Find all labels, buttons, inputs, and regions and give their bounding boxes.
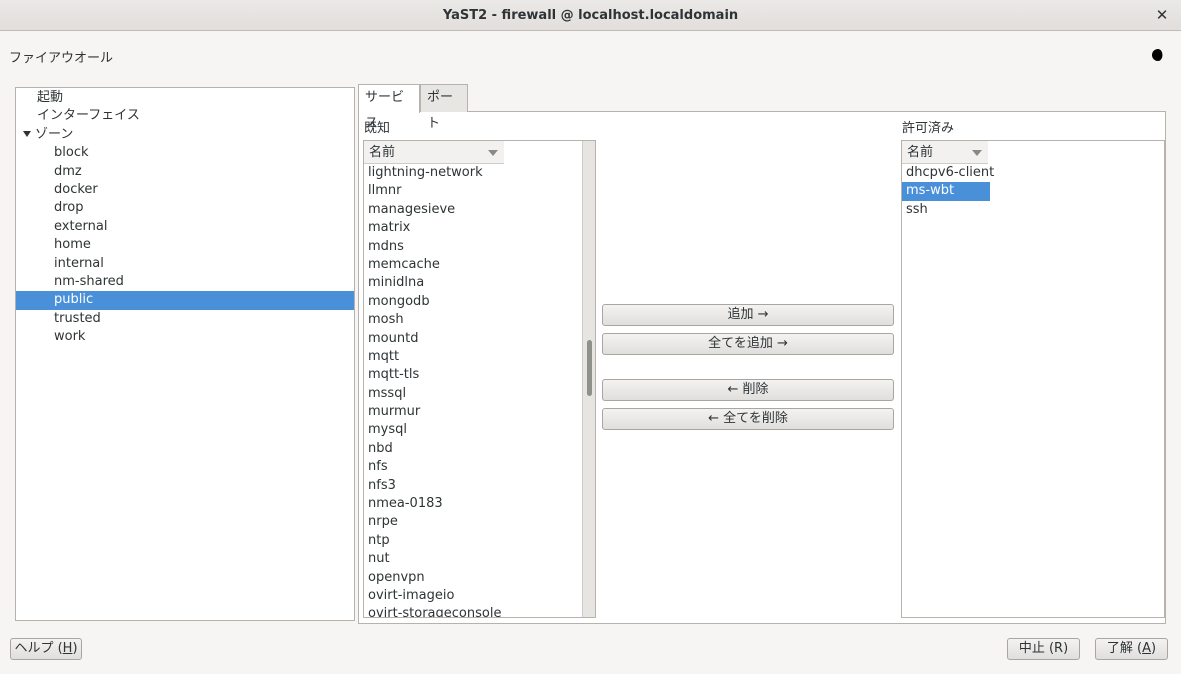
help-label: ヘルプ ( <box>14 641 63 656</box>
allowed-rows: dhcpv6-client ms-wbt ssh <box>902 164 994 219</box>
tree-item-trusted[interactable]: trusted <box>16 310 354 328</box>
known-list-scrollbar[interactable] <box>582 141 595 617</box>
list-item[interactable]: ntp <box>364 532 595 550</box>
services-tab-panel: 既知 名前 lightning-networkllmnrmanagesievem… <box>358 111 1166 624</box>
triangle-down-icon[interactable] <box>23 130 31 137</box>
add-button[interactable]: 追加 → <box>602 304 894 326</box>
list-item[interactable]: murmur <box>364 403 595 421</box>
list-item[interactable]: mssql <box>364 385 595 403</box>
list-item[interactable]: mongodb <box>364 293 595 311</box>
ok-button[interactable]: 了解 (A) <box>1095 638 1168 660</box>
tree-item-block[interactable]: block <box>16 144 354 162</box>
tree-item-label: trusted <box>54 310 101 326</box>
tree-item-dmz[interactable]: dmz <box>16 163 354 181</box>
column-header-label: 名前 <box>369 145 396 160</box>
tree-item-drop[interactable]: drop <box>16 199 354 217</box>
tree-item-public[interactable]: public <box>16 291 354 310</box>
list-item[interactable]: matrix <box>364 219 595 237</box>
remove-button[interactable]: ← 削除 <box>602 379 894 401</box>
scrollbar-thumb[interactable] <box>587 340 592 396</box>
allowed-name-column-header[interactable]: 名前 <box>902 141 988 164</box>
close-icon[interactable]: ✕ <box>1151 4 1173 26</box>
moon-icon[interactable] <box>1152 48 1166 62</box>
tree-item-docker[interactable]: docker <box>16 181 354 199</box>
list-item[interactable]: nmea-0183 <box>364 495 595 513</box>
tree-item-top-2[interactable]: ゾーン <box>16 126 354 144</box>
ok-label-end: ) <box>1151 641 1157 656</box>
add-all-button[interactable]: 全てを追加 → <box>602 333 894 355</box>
list-item[interactable]: mqtt-tls <box>364 366 595 384</box>
tree-item-label: ゾーン <box>35 126 74 142</box>
help-shortcut: H <box>62 641 73 656</box>
help-label-end: ) <box>72 641 78 656</box>
list-item[interactable]: mosh <box>364 311 595 329</box>
tree-item-label: 起動 <box>37 90 64 105</box>
list-item[interactable]: openvpn <box>364 569 595 587</box>
tree-item-label: internal <box>54 255 104 271</box>
navigation-tree[interactable]: 起動インターフェイス ゾーン block dmz docker drop external h… <box>15 87 355 621</box>
known-services-list[interactable]: 名前 lightning-network llmnr managesieve matr… <box>363 140 596 618</box>
list-item[interactable]: nfs <box>364 458 595 476</box>
list-item[interactable]: mdns <box>364 238 595 256</box>
tree-item-label: インターフェイス <box>37 108 140 124</box>
tree-item-top-0[interactable]: 起動 <box>16 89 354 107</box>
ok-label: 了解 ( <box>1106 641 1143 656</box>
list-item[interactable]: minidlna <box>364 274 595 292</box>
tree-item-label: dmz <box>54 163 82 179</box>
tree-item-label: home <box>54 237 91 253</box>
chevron-down-icon <box>972 150 982 156</box>
list-item[interactable]: mysql <box>364 421 595 439</box>
known-rows: lightning-network llmnr managesieve matrix m… <box>364 164 595 617</box>
tree-item-label: drop <box>54 200 84 216</box>
tree-item-nm-shared[interactable]: nm-shared <box>16 273 354 291</box>
allowed-services-list[interactable]: 名前 dhcpv6-client ms-wbt ssh <box>901 140 1165 618</box>
list-item[interactable]: llmnr <box>364 182 595 200</box>
list-item[interactable]: ovirt-storageconsole <box>364 605 595 617</box>
remove-all-button[interactable]: ← 全てを削除 <box>602 408 894 430</box>
tree-item-label: external <box>54 218 108 234</box>
tree-item-label: block <box>54 145 89 161</box>
help-button[interactable]: ヘルプ (H) <box>10 638 82 660</box>
title-bar: YaST2 - firewall @ localhost.localdomain… <box>0 0 1181 31</box>
list-item[interactable]: nut <box>364 550 595 568</box>
tree-item-label: nm-shared <box>54 273 124 289</box>
list-item[interactable]: nfs3 <box>364 477 595 495</box>
window-title: YaST2 - firewall @ localhost.localdomain <box>442 8 739 23</box>
list-item[interactable]: mountd <box>364 330 595 348</box>
list-item[interactable]: nbd <box>364 440 595 458</box>
list-item[interactable]: managesieve <box>364 201 595 219</box>
tree-item-label: work <box>54 329 86 345</box>
tree-item-internal[interactable]: internal <box>16 255 354 273</box>
column-header-label: 名前 <box>907 145 934 160</box>
cancel-button[interactable]: 中止 (R) <box>1007 638 1080 660</box>
list-item[interactable]: mqtt <box>364 348 595 366</box>
list-item[interactable]: dhcpv6-client <box>902 164 994 182</box>
known-name-column-header[interactable]: 名前 <box>364 141 504 164</box>
ok-shortcut: A <box>1142 641 1152 656</box>
list-item[interactable]: ms-wbt <box>902 182 990 201</box>
tree-item-label: public <box>54 292 94 308</box>
list-item[interactable]: ovirt-imageio <box>364 587 595 605</box>
tab-services[interactable]: サービス <box>358 84 420 131</box>
list-item[interactable]: ssh <box>902 201 990 219</box>
list-item[interactable]: memcache <box>364 256 595 274</box>
tree-item-label: docker <box>54 181 98 197</box>
tree-item-top-1[interactable]: インターフェイス <box>16 107 354 125</box>
page-title: ファイアウオール <box>9 51 114 66</box>
tree-item-home[interactable]: home <box>16 236 354 254</box>
tree-item-external[interactable]: external <box>16 218 354 236</box>
tab-ports[interactable]: ポート <box>420 84 468 131</box>
chevron-down-icon <box>488 150 498 156</box>
tree-item-work[interactable]: work <box>16 328 354 346</box>
allowed-label: 許可済み <box>902 121 955 136</box>
list-item[interactable]: nrpe <box>364 513 595 531</box>
list-item[interactable]: lightning-network <box>364 164 595 182</box>
